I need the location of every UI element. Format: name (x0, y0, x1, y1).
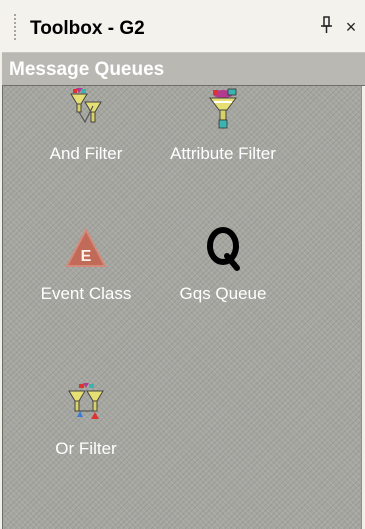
group-title: Message Queues (9, 59, 165, 80)
toolbox-titlebar[interactable]: Toolbox - G2 × (0, 0, 365, 52)
pin-icon[interactable] (316, 16, 336, 38)
tool-label: And Filter (49, 144, 123, 163)
tool-list: And Filter Attribute Filter E Event Clas… (2, 86, 362, 529)
panel-title: Toolbox - G2 (30, 18, 145, 39)
tool-event-class[interactable]: E Event Class (23, 226, 149, 306)
tool-or-filter[interactable]: Or Filter (27, 381, 145, 461)
gqs-queue-icon (207, 227, 240, 271)
tool-label: Event Class (40, 284, 132, 303)
close-icon[interactable]: × (341, 16, 361, 38)
and-filter-icon (70, 88, 102, 124)
toolbox-panel: Toolbox - G2 × Message Queues And Filter… (0, 0, 365, 529)
tool-label: Or Filter (55, 439, 117, 458)
tool-attribute-filter[interactable]: Attribute Filter (163, 86, 283, 166)
event-class-icon: E (65, 227, 107, 267)
attribute-filter-icon (209, 88, 237, 129)
or-filter-icon (68, 383, 104, 419)
svg-text:E: E (81, 248, 92, 265)
drag-grip[interactable] (14, 14, 16, 42)
tool-label: Attribute Filter (170, 144, 276, 163)
tool-label: Gqs Queue (179, 284, 267, 303)
tool-gqs-queue[interactable]: Gqs Queue (163, 226, 283, 306)
group-header-message-queues[interactable]: Message Queues (2, 52, 365, 86)
tool-and-filter[interactable]: And Filter (31, 86, 141, 166)
